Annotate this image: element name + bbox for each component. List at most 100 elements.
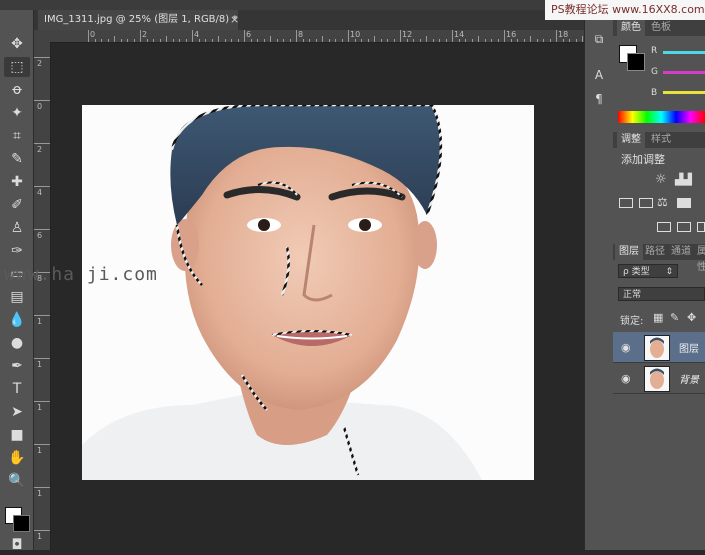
ruler-minor-tick xyxy=(120,39,122,42)
ruler-tick xyxy=(296,30,297,42)
eyedropper-icon[interactable]: ✎ xyxy=(4,149,30,169)
dodge-icon[interactable]: ● xyxy=(4,333,30,353)
layer-row-background[interactable]: ◉ 背景 xyxy=(613,363,705,394)
tab-color[interactable]: 颜色 xyxy=(617,20,645,36)
ruler-minor-tick xyxy=(426,36,427,42)
ruler-minor-tick xyxy=(224,39,226,42)
ruler-minor-tick xyxy=(575,39,577,42)
layer-thumbnail xyxy=(644,366,670,392)
background-color-swatch[interactable] xyxy=(13,515,30,532)
path-selection-icon[interactable]: ➤ xyxy=(4,402,30,422)
blend-mode-select[interactable]: 正常 xyxy=(618,287,705,301)
ruler-label: 1 xyxy=(37,532,43,541)
channel-g-slider[interactable] xyxy=(663,71,705,74)
ruler-minor-tick xyxy=(315,39,317,42)
ruler-minor-tick xyxy=(471,39,473,42)
visibility-eye-icon[interactable]: ◉ xyxy=(621,341,631,354)
ruler-minor-tick xyxy=(205,39,206,42)
hand-icon[interactable]: ✋ xyxy=(4,448,30,468)
lasso-icon[interactable]: ꝋ xyxy=(4,80,30,100)
levels-adjust-icon[interactable]: ▟▟ xyxy=(675,173,692,186)
black-white-adjust-icon[interactable] xyxy=(677,198,691,208)
watermark-middle: www.ha ji.com xyxy=(4,264,158,285)
lock-pixels-icon[interactable]: ✎ xyxy=(670,311,679,324)
paragraph-icon[interactable]: ¶ xyxy=(591,92,607,108)
color-background-swatch[interactable] xyxy=(627,53,645,71)
tab-layers[interactable]: 图层 xyxy=(615,244,643,260)
ruler-minor-tick xyxy=(185,39,187,42)
threshold-adjust-icon[interactable] xyxy=(697,222,705,232)
ruler-label: 2 xyxy=(37,59,43,68)
ruler-minor-tick xyxy=(491,39,492,42)
ruler-minor-tick xyxy=(341,39,343,42)
panels-dock: 颜色 色板 R G B 调整 样式 添加调整 ☼ ▟▟ ⚖ 图层 路径 通道 属… xyxy=(613,10,705,550)
move-icon[interactable]: ✥ xyxy=(4,34,30,54)
panel-icon-strip: ⧉ A ¶ xyxy=(584,10,613,550)
channel-b-slider[interactable] xyxy=(663,91,705,94)
posterize-adjust-icon[interactable] xyxy=(677,222,691,232)
ruler-minor-tick xyxy=(432,39,434,42)
ruler-tick xyxy=(452,30,453,42)
ruler-label: 6 xyxy=(37,231,43,240)
invert-adjust-icon[interactable] xyxy=(657,222,671,232)
ruler-minor-tick xyxy=(569,39,570,42)
document-title: IMG_1311.jpg @ 25% (图层 1, RGB/8) xyxy=(44,14,230,25)
ruler-minor-tick xyxy=(237,39,239,42)
ruler-minor-tick xyxy=(536,39,538,42)
channel-r-slider[interactable] xyxy=(663,51,705,54)
document-tab[interactable]: IMG_1311.jpg @ 25% (图层 1, RGB/8) * xyxy=(38,10,238,30)
brightness-adjust-icon[interactable]: ☼ xyxy=(655,172,667,187)
ruler-minor-tick xyxy=(523,39,525,42)
ruler-minor-tick xyxy=(101,39,102,42)
magic-wand-icon[interactable]: ✦ xyxy=(4,103,30,123)
document-canvas[interactable] xyxy=(82,105,534,480)
close-document-icon[interactable]: × xyxy=(230,10,239,30)
brush-icon[interactable]: ✐ xyxy=(4,195,30,215)
gradient-icon[interactable]: ▤ xyxy=(4,287,30,307)
ruler-tick xyxy=(400,30,401,42)
ruler-minor-tick xyxy=(127,39,128,42)
rectangle-shape-icon[interactable]: ■ xyxy=(4,425,30,445)
lock-transparent-icon[interactable]: ▦ xyxy=(653,311,663,324)
layer-filter-select[interactable]: ρ 类型 ⇕ xyxy=(618,264,678,278)
ruler-tick xyxy=(34,401,50,402)
tab-channels[interactable]: 通道 xyxy=(667,244,695,260)
tab-adjustments[interactable]: 调整 xyxy=(617,132,645,148)
healing-brush-icon[interactable]: ✚ xyxy=(4,172,30,192)
ruler-minor-tick xyxy=(166,36,167,42)
ruler-label: 10 xyxy=(350,30,361,39)
color-spectrum[interactable] xyxy=(618,111,705,123)
tab-styles[interactable]: 样式 xyxy=(647,132,675,148)
history-brush-icon[interactable]: ✑ xyxy=(4,241,30,261)
visibility-eye-icon[interactable]: ◉ xyxy=(621,372,631,385)
balance-adjust-icon[interactable]: ⚖ xyxy=(657,195,668,209)
marquee-icon[interactable]: ⬚ xyxy=(4,57,30,77)
ruler-minor-tick xyxy=(530,36,531,42)
quick-mask-icon[interactable]: ◘ xyxy=(4,535,30,555)
ruler-tick xyxy=(88,30,89,42)
tab-paths[interactable]: 路径 xyxy=(641,244,669,260)
layer-row-layer1[interactable]: ◉ 图层 xyxy=(613,332,705,363)
ruler-minor-tick xyxy=(361,39,362,42)
color-balance-icon[interactable] xyxy=(639,198,653,208)
ruler-minor-tick xyxy=(439,39,440,42)
zoom-icon[interactable]: 🔍 xyxy=(4,471,30,491)
vertical-ruler[interactable]: 202468111111 xyxy=(34,42,51,550)
tab-swatches[interactable]: 色板 xyxy=(647,20,675,36)
character-icon[interactable]: A xyxy=(591,68,607,84)
tab-properties[interactable]: 属性 xyxy=(693,244,705,273)
blur-icon[interactable]: 💧 xyxy=(4,310,30,330)
pen-icon[interactable]: ✒ xyxy=(4,356,30,376)
history-icon[interactable]: ⧉ xyxy=(591,32,607,48)
clone-stamp-icon[interactable]: ♙ xyxy=(4,218,30,238)
ruler-tick xyxy=(34,100,50,101)
crop-icon[interactable]: ⌗ xyxy=(4,126,30,146)
lock-position-icon[interactable]: ✥ xyxy=(687,311,696,324)
type-icon[interactable]: T xyxy=(4,379,30,399)
ruler-minor-tick xyxy=(367,39,369,42)
hue-adjust-icon[interactable] xyxy=(619,198,633,208)
ruler-minor-tick xyxy=(322,36,323,42)
ruler-tick xyxy=(34,530,50,531)
horizontal-ruler[interactable]: 0 2 4 6 8 10 12 14 16 18 xyxy=(50,30,584,43)
chevron-updown-icon: ⇕ xyxy=(665,267,673,277)
